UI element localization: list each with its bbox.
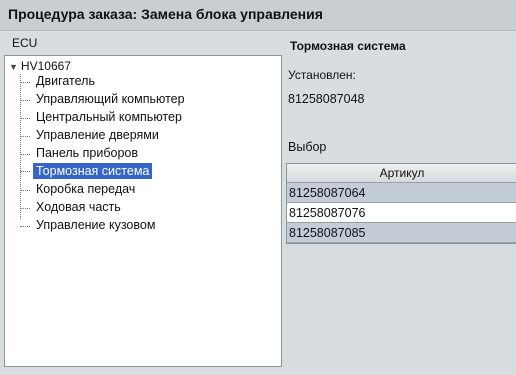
tree-item-engine[interactable]: Двигатель — [33, 74, 98, 88]
tree-root-node[interactable]: ▼ HV10667 — [9, 59, 71, 73]
expand-arrow-icon[interactable]: ▼ — [9, 62, 18, 72]
tree-item-instrument-panel[interactable]: Панель приборов — [33, 146, 141, 160]
window-title: Процедура заказа: Замена блока управлени… — [8, 6, 323, 22]
column-header-article[interactable]: Артикул — [287, 164, 516, 183]
tree-item-central-computer[interactable]: Центральный компьютер — [33, 110, 185, 124]
article-table[interactable]: Артикул 81258087064 81258087076 81258087… — [286, 163, 516, 244]
tree-item-body-control[interactable]: Управление кузовом — [33, 218, 158, 232]
installed-value: 81258087048 — [288, 92, 365, 106]
tree-item-door-control[interactable]: Управление дверями — [33, 128, 162, 142]
table-row[interactable]: 81258087076 — [287, 203, 516, 223]
tree-item-control-computer[interactable]: Управляющий компьютер — [33, 92, 188, 106]
tree-connector-lines — [20, 74, 33, 219]
ecu-tree[interactable]: ▼ HV10667 Двигатель Управляющий компьютер… — [4, 55, 282, 367]
table-row[interactable]: 81258087064 — [287, 183, 516, 203]
table-row[interactable]: 81258087085 — [287, 223, 516, 243]
tree-item-brake-system[interactable]: Тормозная система — [19, 163, 153, 180]
system-header: Тормозная система — [290, 39, 406, 53]
ecu-header: ECU — [12, 36, 38, 50]
installed-label: Установлен: — [288, 68, 356, 82]
tree-item-chassis[interactable]: Ходовая часть — [33, 200, 124, 214]
title-bar: Процедура заказа: Замена блока управлени… — [0, 0, 516, 31]
choice-label: Выбор — [288, 140, 327, 154]
tree-root-label: HV10667 — [20, 59, 71, 73]
tree-item-gearbox[interactable]: Коробка передач — [33, 182, 138, 196]
